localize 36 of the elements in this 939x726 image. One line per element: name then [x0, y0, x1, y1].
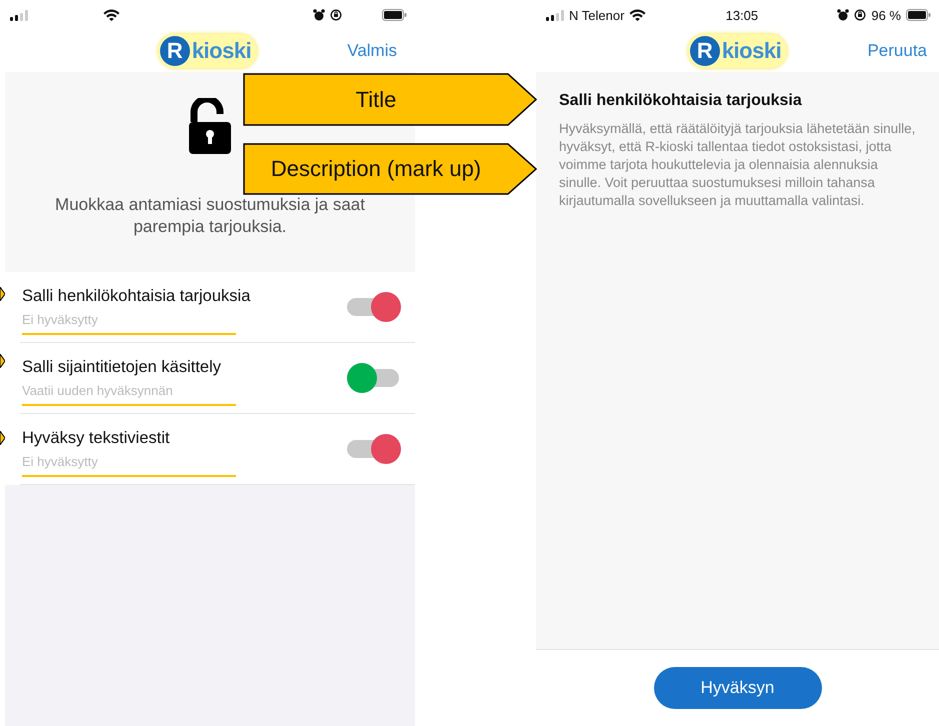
- consent-status: Ei hyväksytty: [22, 312, 99, 327]
- toggle-switch[interactable]: [347, 292, 401, 322]
- unlocked-padlock-icon: [189, 98, 231, 154]
- consent-description: Hyväksymällä, että räätälöityjä tarjouksia lähetetään sinulle, hyväksyt, että R-kioski tallentaa tiedot ostoksistasi, jotta voimme tarjota houkuttelevia ja olennaisia alennuksia sinulle. Voit peruuttaa suostumuksesi milloin tahansa kirjautumalla sovellukseen ja muuttamalla valintasi.: [559, 120, 916, 210]
- callout-tip-icon: [0, 431, 5, 445]
- wifi-icon: [103, 9, 120, 21]
- rotation-lock-icon: [854, 9, 866, 21]
- consent-title: Salli sijaintitietojen käsittely: [22, 358, 222, 377]
- toggle-switch[interactable]: [347, 363, 401, 393]
- wifi-icon: [629, 9, 646, 21]
- battery-icon: [906, 9, 931, 21]
- battery-icon: [382, 9, 407, 21]
- signal-icon: [546, 10, 564, 20]
- callout-tip-icon: [0, 287, 5, 301]
- consent-title: Hyväksy tekstiviestit: [22, 429, 170, 448]
- accept-button[interactable]: Hyväksyn: [654, 667, 822, 709]
- callout-tip-icon: [0, 354, 5, 368]
- clock-time: 13:05: [726, 8, 758, 22]
- annotation-label: Description (mark up): [270, 157, 482, 181]
- kioski-logo: R kioski: [688, 34, 788, 68]
- consent-status: Ei hyväksytty: [22, 454, 99, 469]
- battery-percent: 96 %: [871, 8, 901, 22]
- cancel-link[interactable]: Peruuta: [867, 41, 939, 61]
- alarm-clock-icon: [837, 9, 850, 21]
- consent-status: Vaatii uuden hyväksynnän: [22, 383, 174, 398]
- intro-text: Muokkaa antamiasi suostumuksia ja saat parempia tarjouksia.: [54, 194, 366, 238]
- consent-heading: Salli henkilökohtaisia tarjouksia: [559, 92, 803, 110]
- done-link[interactable]: Valmis: [347, 41, 415, 61]
- signal-icon: [10, 10, 28, 20]
- carrier-name: N Telenor: [569, 8, 624, 22]
- consent-title: Salli henkilökohtaisia tarjouksia: [22, 287, 250, 306]
- kioski-logo: R kioski: [158, 34, 258, 68]
- toggle-switch[interactable]: [347, 434, 401, 464]
- annotation-label: Title: [356, 88, 396, 112]
- rotation-lock-icon: [330, 9, 342, 21]
- alarm-clock-icon: [313, 9, 325, 21]
